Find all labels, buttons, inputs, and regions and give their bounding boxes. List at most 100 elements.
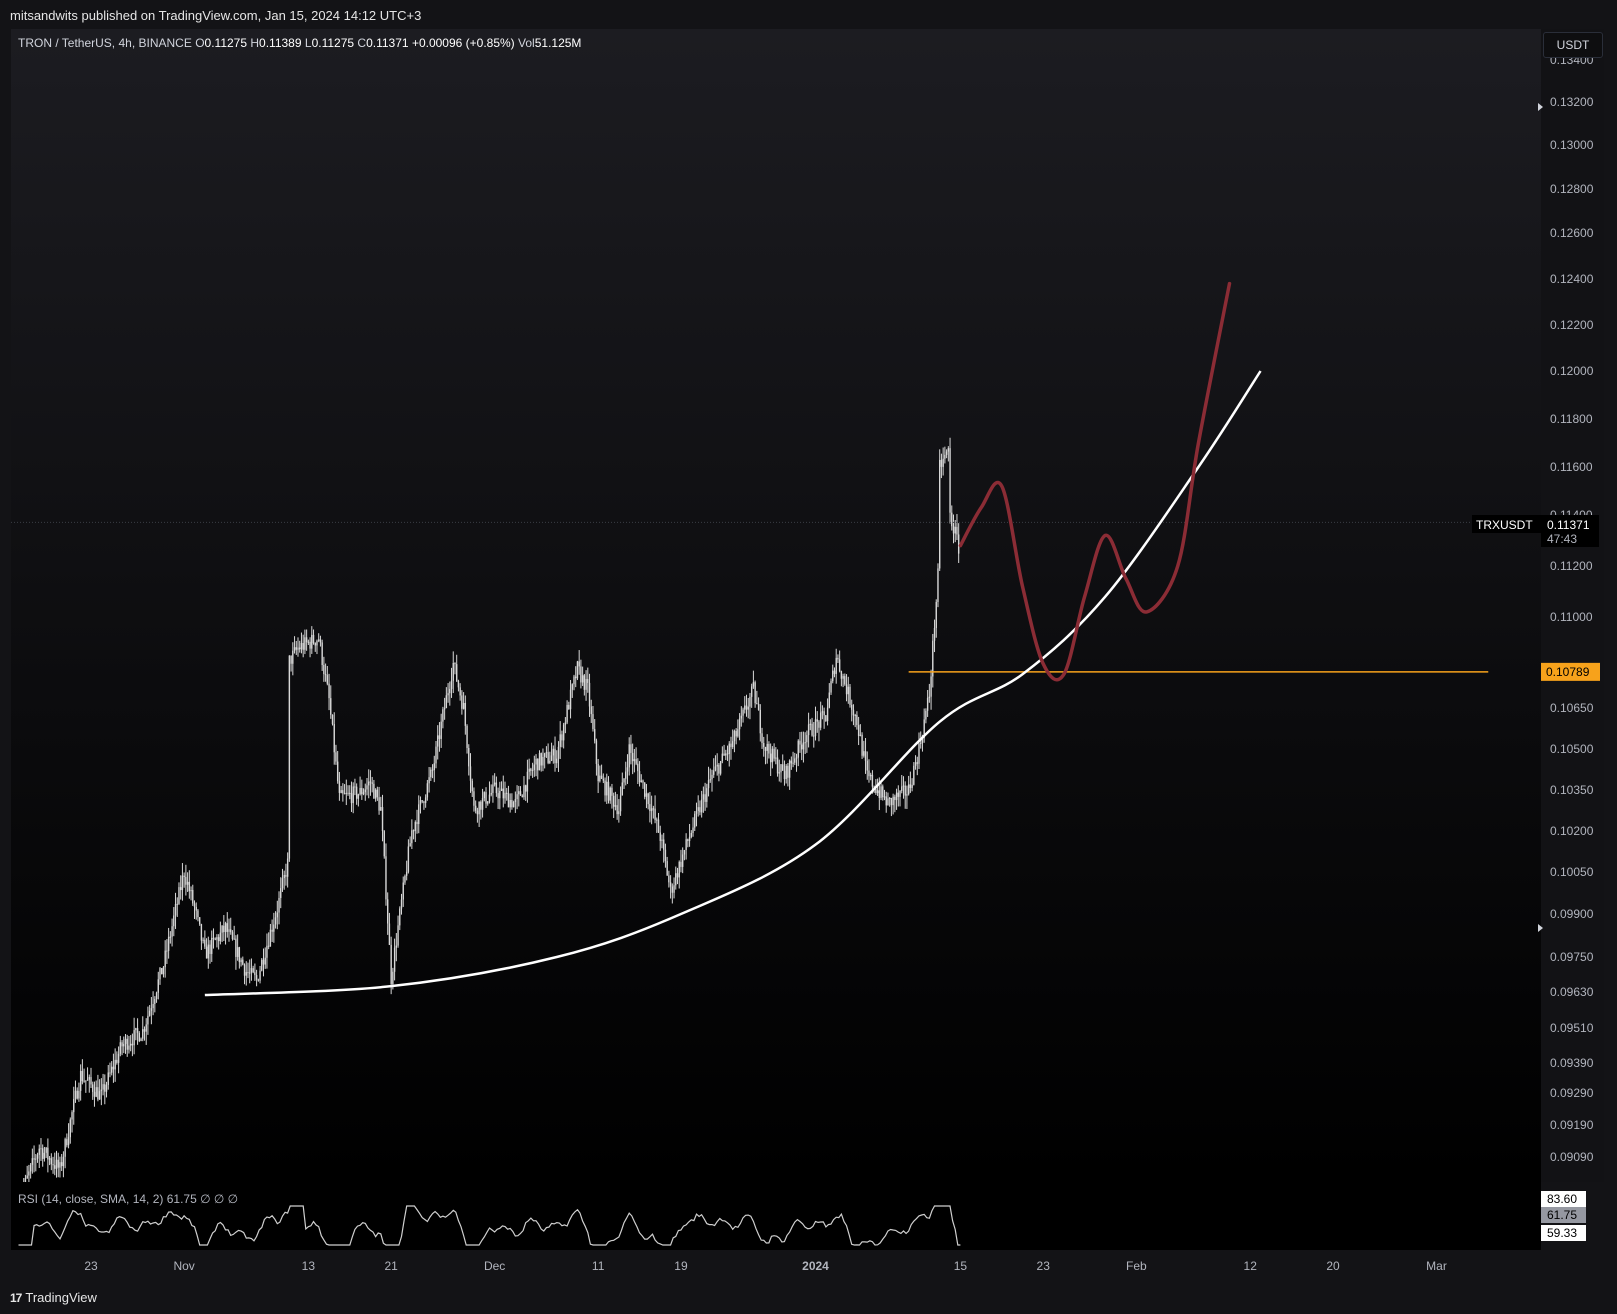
candle-body <box>292 650 294 664</box>
candle-body <box>223 925 225 933</box>
candle-body <box>519 791 522 796</box>
candle-body <box>956 526 958 535</box>
candle-body <box>780 764 782 773</box>
candle-body <box>211 937 213 954</box>
candle-body <box>362 792 365 795</box>
candle-body <box>345 792 347 794</box>
candle-body <box>147 1015 149 1025</box>
candle-body <box>121 1042 123 1047</box>
candle-body <box>247 972 249 974</box>
candle-body <box>445 695 448 709</box>
candle-body <box>811 723 813 736</box>
candle-body <box>630 744 632 753</box>
candle-body <box>150 1008 153 1011</box>
candle-body <box>763 743 765 747</box>
candle-body <box>935 601 937 628</box>
high-value: 0.11389 <box>259 36 302 50</box>
candle-body <box>462 702 465 709</box>
candle-body <box>687 839 689 842</box>
candle-body <box>861 734 863 756</box>
candle-body <box>649 804 651 812</box>
candle-body <box>85 1080 87 1082</box>
candle-body <box>428 777 430 784</box>
candle-body <box>321 642 323 666</box>
candle-body <box>880 786 882 798</box>
candle-body <box>732 741 734 748</box>
candle-body <box>274 917 277 925</box>
candle-body <box>459 687 461 696</box>
volume-value: 51.125M <box>534 36 582 50</box>
candle-body <box>932 640 934 677</box>
candle-body <box>397 925 399 946</box>
candle-body <box>866 760 868 771</box>
candle-body <box>336 761 339 782</box>
candle-body <box>928 696 931 698</box>
candle-body <box>461 695 463 709</box>
candle-body <box>911 784 913 788</box>
candle-body <box>625 771 627 779</box>
candle-body <box>399 908 401 926</box>
candle-body <box>323 665 325 675</box>
candle-body <box>681 854 684 867</box>
candle-body <box>207 944 209 959</box>
candle-body <box>138 1032 140 1042</box>
candle-body <box>316 640 318 646</box>
price-tick-label: 0.11000 <box>1550 610 1593 624</box>
candle-body <box>882 786 884 798</box>
price-scale-bg <box>1541 29 1604 1182</box>
candle-body <box>852 709 855 716</box>
candle-body <box>740 715 743 719</box>
price-tick-label: 0.12800 <box>1550 182 1594 196</box>
candle-body <box>216 937 218 940</box>
candle-body <box>587 679 589 683</box>
candle-body <box>609 787 611 801</box>
candle-body <box>885 796 887 806</box>
candle-body <box>588 682 591 707</box>
candle-body <box>916 762 918 764</box>
low-value: 0.11275 <box>311 36 355 50</box>
candle-body <box>131 1043 134 1046</box>
candle-body <box>838 659 841 672</box>
candle-body <box>104 1084 106 1092</box>
candle-body <box>645 793 648 797</box>
candle-body <box>468 748 470 767</box>
candle-body <box>214 938 216 940</box>
candle-body <box>236 947 239 957</box>
candle-body <box>35 1158 37 1160</box>
candle-body <box>807 724 810 736</box>
candle-body <box>647 793 649 805</box>
candle-body <box>407 846 410 872</box>
price-chart[interactable]: 83.6061.7559.33 0.134000.132000.130000.1… <box>0 0 1617 1314</box>
candle-body <box>312 634 315 643</box>
candle-body <box>393 947 396 972</box>
close-label: C <box>357 36 367 50</box>
currency-button[interactable]: USDT <box>1543 32 1603 58</box>
candle-body <box>361 787 363 795</box>
candle-body <box>257 979 260 981</box>
candle-body <box>481 798 484 810</box>
candle-body <box>266 945 268 958</box>
symbol-tag: TRXUSDT <box>1476 518 1533 532</box>
candle-body <box>581 675 584 683</box>
candle-body <box>74 1090 77 1099</box>
candle-body <box>228 929 230 932</box>
candle-body <box>366 785 368 790</box>
candle-body <box>442 709 444 722</box>
candle-body <box>756 703 758 705</box>
candle-body <box>819 712 822 728</box>
candle-body <box>504 792 506 799</box>
level-label: 0.10789 <box>1546 665 1590 679</box>
candle-body <box>100 1089 103 1092</box>
footer: 17 TradingView <box>0 1282 1617 1314</box>
tradingview-brand[interactable]: 17 TradingView <box>10 1290 97 1305</box>
open-value: 0.11275 <box>204 36 248 50</box>
candle-body <box>300 643 303 650</box>
candle-body <box>480 801 482 810</box>
candle-body <box>575 676 577 679</box>
price-tick-label: 0.10350 <box>1550 783 1594 797</box>
candle-body <box>730 743 732 748</box>
candle-body <box>837 657 839 660</box>
candle-body <box>488 794 491 802</box>
candle-body <box>474 805 477 811</box>
candle-body <box>204 939 206 947</box>
